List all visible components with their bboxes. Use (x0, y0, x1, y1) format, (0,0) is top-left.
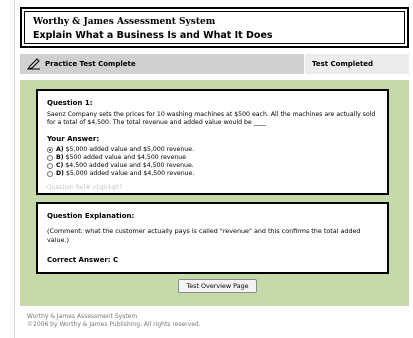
answer-option-d[interactable]: D) $5,000 added value and $4,500 revenue… (47, 170, 378, 178)
answer-text: $500 added value and $4,500 revenue (65, 154, 187, 161)
answer-option-b[interactable]: B) $500 added value and $4,500 revenue (47, 154, 378, 162)
radio-d[interactable] (47, 171, 53, 177)
answer-letter: C) (56, 162, 64, 169)
app-title: Worthy & James Assessment System (33, 17, 216, 27)
answer-letter: D) (56, 170, 64, 177)
answer-letter: B) (56, 154, 64, 161)
radio-a[interactable] (47, 147, 53, 153)
status-right: Test Completed (304, 54, 409, 74)
results-panel: Question 1: Saenz Company sets the price… (20, 80, 409, 306)
question-ref: Question Ref# v1g01q07 (47, 184, 123, 191)
answer-text: $5,000 added value and $4,500 revenue. (65, 170, 195, 177)
answer-option-c[interactable]: C) $4,500 added value and $4,500 revenue… (47, 162, 378, 170)
question-text: Saenz Company sets the prices for 10 was… (47, 111, 376, 126)
answer-list: A) $5,000 added value and $5,000 revenue… (47, 146, 378, 178)
answer-text: $4,500 added value and $4,500 revenue. (65, 162, 194, 169)
status-right-label: Test Completed (312, 60, 374, 68)
status-bar: Practice Test Complete Test Completed (20, 54, 409, 74)
your-answer-label: Your Answer: (47, 135, 100, 143)
radio-b[interactable] (47, 155, 53, 161)
question-card: Question 1: Saenz Company sets the price… (36, 89, 389, 195)
test-overview-button[interactable]: Test Overview Page (178, 279, 257, 293)
pencil-icon (27, 58, 40, 70)
question-label: Question 1: (47, 99, 93, 107)
page-title: Explain What a Business Is and What It D… (33, 30, 273, 41)
footer-copyright: ©2006 by Worthy & James Publishing. All … (27, 321, 201, 328)
explanation-text: (Comment: what the customer actually pay… (47, 227, 361, 244)
status-left-label: Practice Test Complete (45, 60, 136, 68)
answer-letter: A) (56, 146, 64, 153)
explanation-card: Question Explanation: (Comment: what the… (36, 202, 389, 274)
footer-line-1: Worthy & James Assessment System (27, 313, 138, 320)
answer-option-a[interactable]: A) $5,000 added value and $5,000 revenue… (47, 146, 378, 154)
header: Worthy & James Assessment System Explain… (20, 7, 409, 48)
correct-answer: Correct Answer: C (47, 256, 119, 264)
header-inner: Worthy & James Assessment System Explain… (24, 11, 405, 44)
footer: Worthy & James Assessment System ©2006 b… (27, 313, 201, 329)
answer-text: $5,000 added value and $5,000 revenue. (65, 146, 194, 153)
explanation-label: Question Explanation: (47, 212, 135, 220)
status-left: Practice Test Complete (20, 54, 304, 74)
radio-c[interactable] (47, 163, 53, 169)
